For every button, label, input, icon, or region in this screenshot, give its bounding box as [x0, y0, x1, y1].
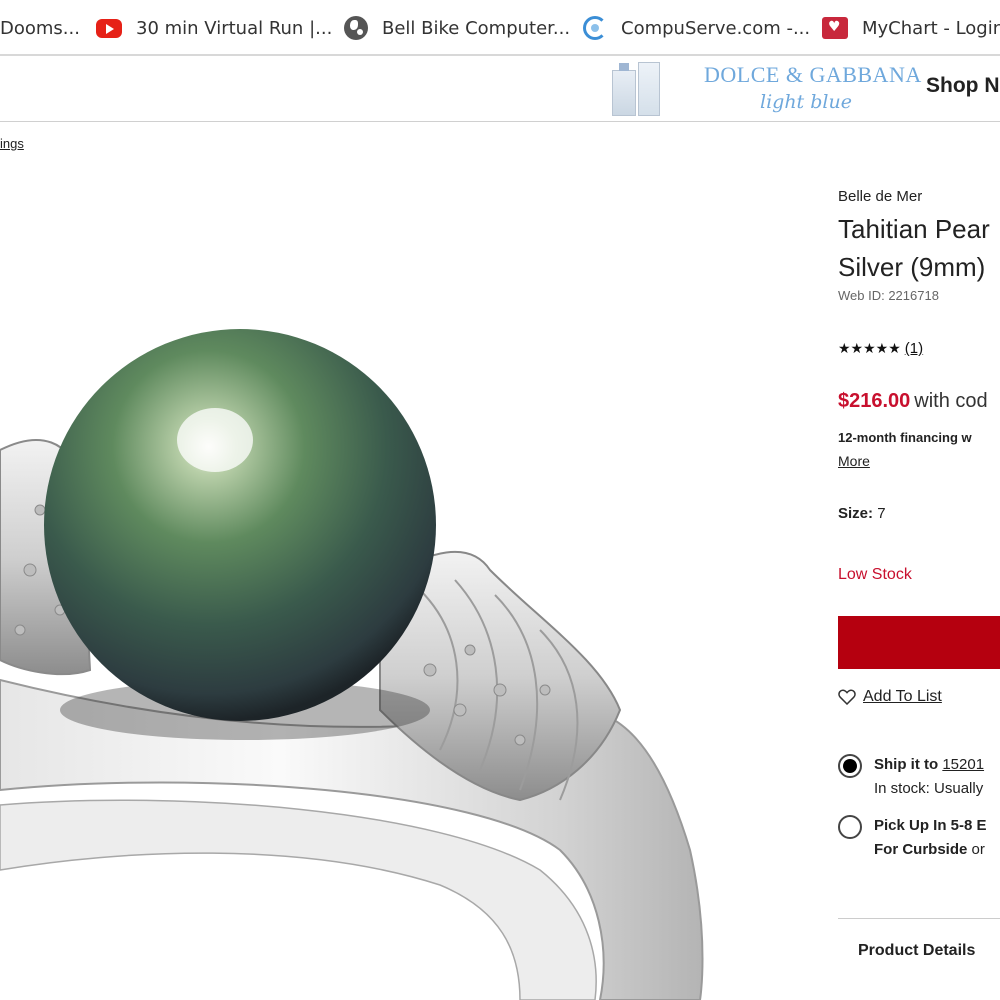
compuserve-icon: [583, 16, 607, 40]
perfume-bottle-image: [612, 63, 636, 116]
size-value: 7: [877, 505, 886, 522]
pickup-label: Pick Up In 5-8 E: [874, 817, 987, 834]
size-selector[interactable]: Size: 7: [838, 505, 886, 522]
globe-icon: [344, 16, 368, 40]
tab-product-details[interactable]: Product Details: [858, 942, 975, 960]
breadcrumb-link[interactable]: ings: [0, 136, 24, 151]
price-suffix: with cod: [914, 390, 988, 412]
perfume-box-image: [638, 62, 660, 116]
pickup-option-label: Pick Up In 5-8 E: [874, 817, 987, 834]
stock-status: Low Stock: [838, 566, 912, 583]
financing-text: 12-month financing w: [838, 430, 972, 445]
price: $216.00: [838, 390, 911, 412]
pearl-ring-image: [0, 329, 704, 1000]
pickup-or: or: [971, 841, 985, 858]
product-title: Tahitian Pear Silver (9mm): [838, 210, 990, 286]
divider: [838, 918, 1000, 919]
add-to-bag-button[interactable]: [838, 616, 1000, 669]
rating[interactable]: ★★★★★ (1): [838, 340, 923, 357]
bookmark-label: Bell Bike Computer...: [382, 17, 571, 39]
bookmark-virtual-run[interactable]: 30 min Virtual Run |...: [96, 14, 332, 42]
product-title-line1: Tahitian Pear: [838, 214, 990, 244]
heart-icon: [838, 689, 856, 705]
bookmark-compuserve[interactable]: CompuServe.com -...: [583, 14, 810, 42]
size-label: Size:: [838, 505, 874, 522]
web-id: Web ID: 2216718: [838, 288, 939, 303]
bookmark-label: 30 min Virtual Run |...: [136, 17, 333, 39]
product-info: Belle de Mer Tahitian Pear Silver (9mm) …: [838, 0, 1000, 1000]
add-to-list-button[interactable]: Add To List: [838, 688, 942, 706]
ship-stock-text: In stock: Usually: [874, 780, 984, 797]
ship-label: Ship it to: [874, 756, 939, 773]
star-icons: ★★★★★: [838, 340, 901, 356]
bookmark-dooms[interactable]: Dooms...: [0, 14, 80, 42]
product-brand-link[interactable]: Belle de Mer: [838, 188, 922, 205]
ship-option-label: Ship it to 15201: [874, 756, 984, 773]
ship-option-radio[interactable]: [838, 754, 862, 778]
bookmark-bell-bike[interactable]: Bell Bike Computer...: [344, 14, 570, 42]
youtube-icon: [96, 18, 122, 38]
pickup-option-radio[interactable]: [838, 815, 862, 839]
bookmark-label: Dooms...: [0, 17, 80, 39]
more-link[interactable]: More: [838, 453, 870, 469]
pickup-curbside: For Curbside: [874, 841, 968, 858]
product-image[interactable]: [0, 150, 820, 1000]
add-to-list-label: Add To List: [863, 688, 942, 705]
price-row: $216.00 with cod: [838, 390, 988, 413]
product-title-line2: Silver (9mm): [838, 252, 986, 282]
review-count-link[interactable]: (1): [905, 340, 923, 357]
ship-zip-link[interactable]: 15201: [942, 756, 984, 773]
pickup-sub-text: For Curbside or: [874, 841, 985, 858]
bookmark-label: CompuServe.com -...: [621, 17, 811, 39]
